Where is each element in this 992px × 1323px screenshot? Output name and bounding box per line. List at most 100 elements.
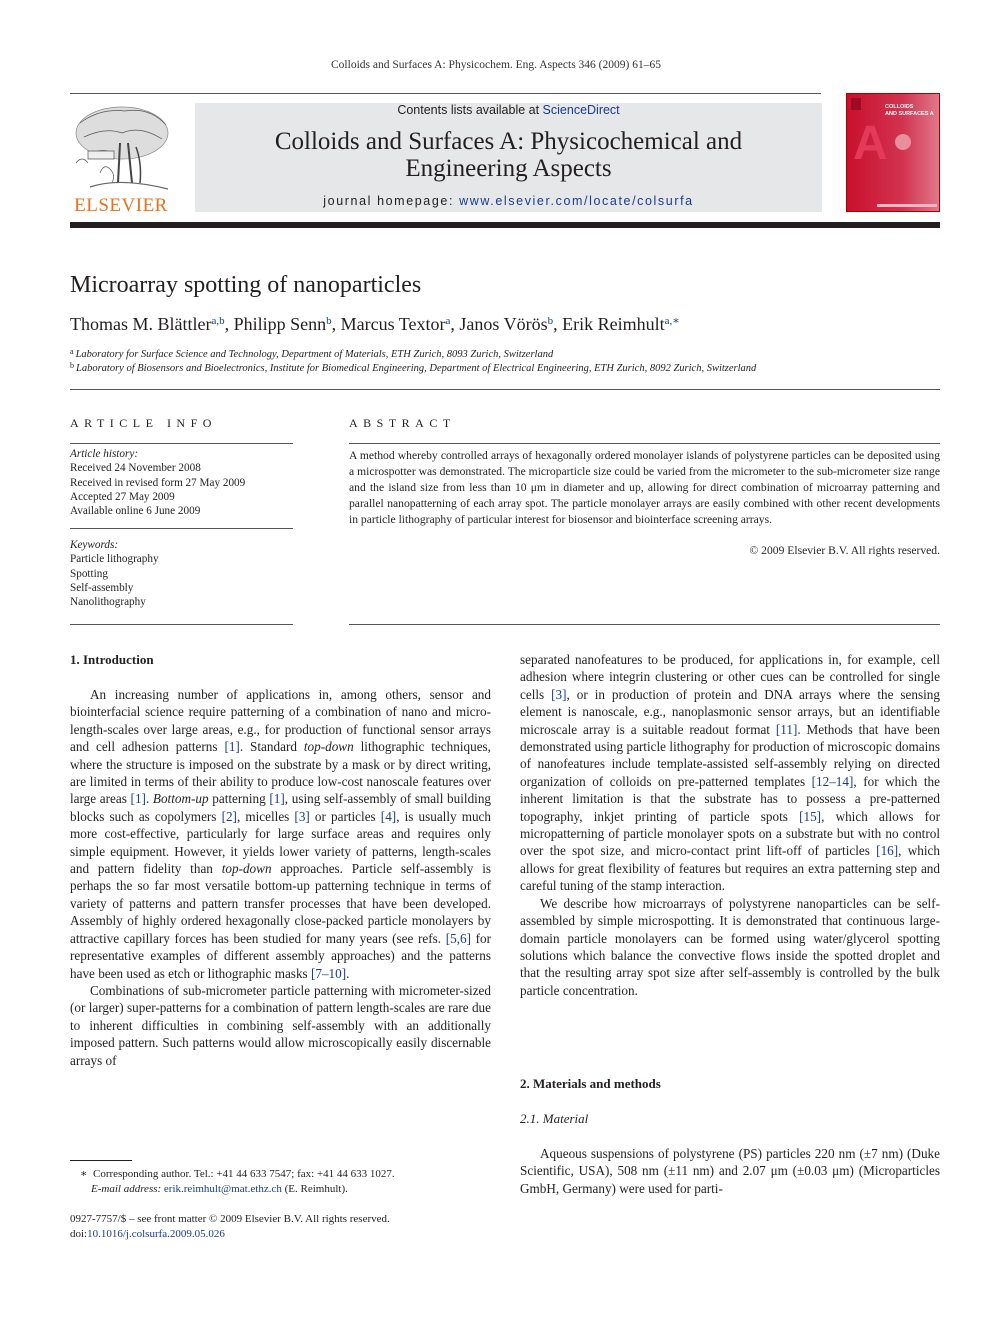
doi-line: doi:10.1016/j.colsurfa.2009.05.026 [70, 1228, 225, 1240]
keyword: Particle lithography [70, 553, 159, 566]
paragraph: We describe how microarrays of polystyre… [520, 895, 940, 998]
author-affiliation-mark[interactable]: a,b [211, 315, 224, 327]
paragraph: Aqueous suspensions of polystyrene (PS) … [520, 1146, 940, 1196]
author-affiliation-mark[interactable]: b [326, 315, 332, 327]
cover-footer-bar [877, 204, 937, 207]
elsevier-logo[interactable]: ELSEVIER [70, 103, 172, 216]
title-block-rule [70, 389, 940, 390]
email-link[interactable]: erik.reimhult@mat.ethz.ch [164, 1183, 282, 1195]
running-head: Colloids and Surfaces A: Physicochem. En… [331, 59, 661, 71]
history-received: Received 24 November 2008 [70, 462, 201, 475]
section-heading-materials-methods: 2. Materials and methods [520, 1076, 661, 1091]
author-name[interactable]: Janos Vörös [459, 314, 547, 334]
contents-line: Contents lists available at ScienceDirec… [195, 103, 822, 117]
journal-cover-thumbnail[interactable]: COLLOIDS AND SURFACES A A [846, 93, 940, 212]
corresponding-author-note: ∗ Corresponding author. Tel.: +41 44 633… [80, 1168, 395, 1180]
journal-title-line2: Engineering Aspects [405, 155, 612, 182]
affiliation-mark: a [70, 347, 74, 356]
cover-letter: A [853, 117, 888, 170]
sciencedirect-link[interactable]: ScienceDirect [543, 103, 620, 117]
right-column: separated nanofeatures to be produced, f… [520, 651, 940, 999]
abstract-heading: ABSTRACT [349, 416, 456, 430]
email-label: E-mail address: [91, 1183, 162, 1195]
citation-link[interactable]: [2] [222, 809, 237, 824]
history-online: Available online 6 June 2009 [70, 505, 201, 518]
history-label: Article history: [70, 448, 139, 460]
doi-link[interactable]: 10.1016/j.colsurfa.2009.05.026 [87, 1228, 225, 1240]
article-title: Microarray spotting of nanoparticles [70, 272, 422, 298]
elsevier-tree-icon [75, 106, 169, 190]
header-rule [70, 93, 821, 94]
cover-publisher-icon [851, 98, 861, 110]
article-info-heading: ARTICLE INFO [70, 416, 217, 430]
citation-link[interactable]: [3] [551, 687, 566, 702]
article-info-bottom-rule [70, 624, 293, 625]
affiliation-b: b Laboratory of Biosensors and Bioelectro… [70, 361, 756, 374]
elsevier-wordmark: ELSEVIER [74, 195, 168, 216]
subsection-heading-material: 2.1. Material [520, 1111, 589, 1126]
author-affiliation-mark[interactable]: a,∗ [665, 315, 680, 327]
left-column: An increasing number of applications in,… [70, 686, 491, 1069]
emphasis: top-down [221, 861, 272, 877]
journal-title-line1: Colloids and Surfaces A: Physicochemical… [274, 128, 743, 155]
author-name[interactable]: Marcus Textor [341, 314, 446, 334]
email-line: E-mail address: erik.reimhult@mat.ethz.c… [91, 1183, 348, 1195]
citation-link[interactable]: [5,6] [446, 931, 471, 946]
citation-link[interactable]: [7–10] [311, 966, 346, 981]
citation-link[interactable]: [11] [776, 722, 797, 737]
abstract-text: A method whereby controlled arrays of he… [349, 449, 940, 526]
citation-link[interactable]: [3] [294, 809, 309, 824]
history-accepted: Accepted 27 May 2009 [70, 490, 175, 503]
abstract-bottom-rule [349, 624, 940, 625]
homepage-link[interactable]: www.elsevier.com/locate/colsurfa [459, 194, 694, 208]
section-heading-introduction: 1. Introduction [70, 652, 154, 667]
citation-link[interactable]: [12–14] [812, 774, 854, 789]
footnote-mark: ∗ [80, 1168, 88, 1180]
article-info-rule [70, 443, 293, 444]
journal-banner: Contents lists available at ScienceDirec… [195, 103, 822, 212]
affiliation-mark: b [70, 361, 74, 370]
citation-link[interactable]: [1] [269, 791, 284, 806]
footnote: ∗ Corresponding author. Tel.: +41 44 633… [80, 1167, 395, 1197]
citation-link[interactable]: [1] [131, 791, 146, 806]
author-name[interactable]: Erik Reimhult [562, 314, 665, 334]
cover-circle-icon [895, 134, 911, 150]
affiliation-a: a Laboratory for Surface Science and Tech… [70, 347, 553, 360]
keywords-rule [70, 528, 293, 529]
affiliation-text: Laboratory for Surface Science and Techn… [75, 349, 554, 360]
abstract-rule [349, 443, 940, 444]
journal-homepage: journal homepage: www.elsevier.com/locat… [195, 194, 822, 208]
emphasis: Bottom-up [152, 791, 209, 807]
cover-title: COLLOIDS AND SURFACES A [885, 104, 934, 117]
citation-link[interactable]: [4] [381, 809, 396, 824]
keywords-block: Keywords: Particle lithography Spotting … [70, 538, 159, 609]
citation-link[interactable]: [16] [876, 843, 898, 858]
issn-block: 0927-7757/$ – see front matter © 2009 El… [70, 1212, 390, 1242]
masthead-rule [70, 222, 940, 228]
journal-title: Colloids and Surfaces A: Physicochemical… [195, 128, 822, 182]
paragraph: separated nanofeatures to be produced, f… [520, 652, 940, 894]
author-affiliation-mark[interactable]: b [548, 315, 554, 327]
citation-link[interactable]: [15] [799, 809, 821, 824]
paragraph: Combinations of sub-micrometer particle … [70, 982, 491, 1068]
paragraph: An increasing number of applications in,… [70, 687, 492, 981]
keyword: Self-assembly [70, 581, 134, 594]
abstract-copyright: © 2009 Elsevier B.V. All rights reserved… [749, 544, 940, 557]
contents-prefix: Contents lists available at [397, 103, 543, 117]
keyword: Nanolithography [70, 596, 146, 609]
author-name[interactable]: Thomas M. Blättler [70, 314, 211, 334]
citation-link[interactable]: [1] [224, 739, 239, 754]
article-history: Article history: Received 24 November 20… [70, 447, 245, 518]
keyword: Spotting [70, 567, 108, 580]
footnote-rule [70, 1160, 132, 1161]
author-list: Thomas M. Blättlera,b, Philipp Sennb, Ma… [70, 314, 680, 334]
issn-line: 0927-7757/$ – see front matter © 2009 El… [70, 1213, 390, 1225]
author-name[interactable]: Philipp Senn [234, 314, 327, 334]
material-paragraph-block: Aqueous suspensions of polystyrene (PS) … [520, 1145, 940, 1197]
author-affiliation-mark[interactable]: a [446, 315, 451, 327]
homepage-prefix: journal homepage: [323, 194, 460, 208]
history-revised: Received in revised form 27 May 2009 [70, 476, 246, 489]
emphasis: top-down [303, 739, 354, 755]
keywords-label: Keywords: [70, 539, 119, 551]
affiliation-text: Laboratory of Biosensors and Bioelectron… [76, 363, 757, 374]
